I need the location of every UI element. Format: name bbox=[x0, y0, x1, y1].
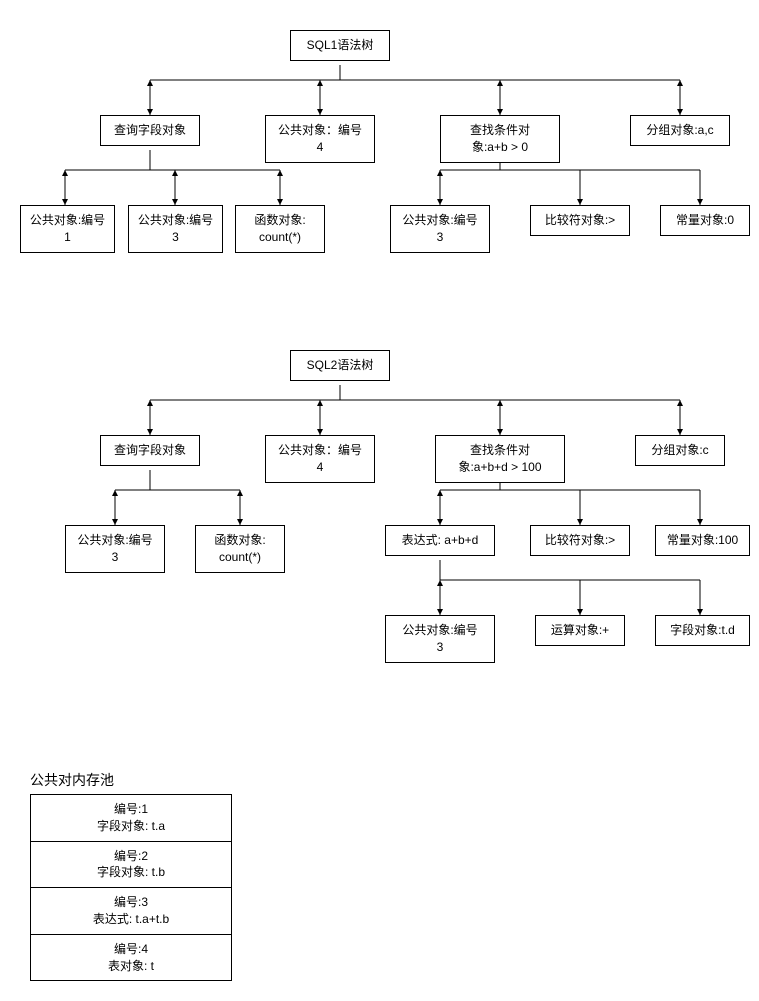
sql2-expr-abd: 表达式: a+b+d bbox=[385, 525, 495, 556]
sql2-group-obj: 分组对象:c bbox=[635, 435, 725, 466]
sql2-pubobj3b: 公共对象:编号3 bbox=[385, 615, 495, 663]
pool-row: 编号:4表对象: t bbox=[31, 935, 231, 981]
sql2-pubobj3a: 公共对象:编号3 bbox=[65, 525, 165, 573]
sql1-pubobj3b: 公共对象:编号3 bbox=[390, 205, 490, 253]
sql2-root: SQL2语法树 bbox=[290, 350, 390, 381]
sql1-pubobj3a: 公共对象:编号3 bbox=[128, 205, 223, 253]
sql1-const-obj: 常量对象:0 bbox=[660, 205, 750, 236]
sql1-group-obj: 分组对象:a,c bbox=[630, 115, 730, 146]
sql2-tree: SQL2语法树 查询字段对象 公共对象：编号4 查找条件对象:a+b+d > 1… bbox=[20, 340, 739, 710]
sql1-func-obj: 函数对象:count(*) bbox=[235, 205, 325, 253]
sql2-search-cond: 查找条件对象:a+b+d > 100 bbox=[435, 435, 565, 483]
pool-row: 编号:1字段对象: t.a bbox=[31, 795, 231, 842]
sql1-pubobj4: 公共对象：编号4 bbox=[265, 115, 375, 163]
sql2-op-obj: 运算对象:+ bbox=[535, 615, 625, 646]
sql2-pubobj4: 公共对象：编号4 bbox=[265, 435, 375, 483]
sql1-pubobj1: 公共对象:编号1 bbox=[20, 205, 115, 253]
sql1-comp-obj: 比较符对象:> bbox=[530, 205, 630, 236]
sql2-query-field: 查询字段对象 bbox=[100, 435, 200, 466]
sql2-const-obj: 常量对象:100 bbox=[655, 525, 750, 556]
pool-table: 编号:1字段对象: t.a 编号:2字段对象: t.b 编号:3表达式: t.a… bbox=[30, 794, 232, 981]
sql1-query-field: 查询字段对象 bbox=[100, 115, 200, 146]
pool-row: 编号:2字段对象: t.b bbox=[31, 842, 231, 889]
pool-title: 公共对内存池 bbox=[30, 770, 739, 790]
sql1-search-cond: 查找条件对象:a+b > 0 bbox=[440, 115, 560, 163]
sql1-root: SQL1语法树 bbox=[290, 30, 390, 61]
sql2-func-obj: 函数对象:count(*) bbox=[195, 525, 285, 573]
sql2-comp-obj: 比较符对象:> bbox=[530, 525, 630, 556]
pool-row: 编号:3表达式: t.a+t.b bbox=[31, 888, 231, 935]
sql1-tree: SQL1语法树 查询字段对象 公共对象：编号4 查找条件对象:a+b > 0 分… bbox=[20, 20, 739, 280]
sql2-field-obj: 字段对象:t.d bbox=[655, 615, 750, 646]
